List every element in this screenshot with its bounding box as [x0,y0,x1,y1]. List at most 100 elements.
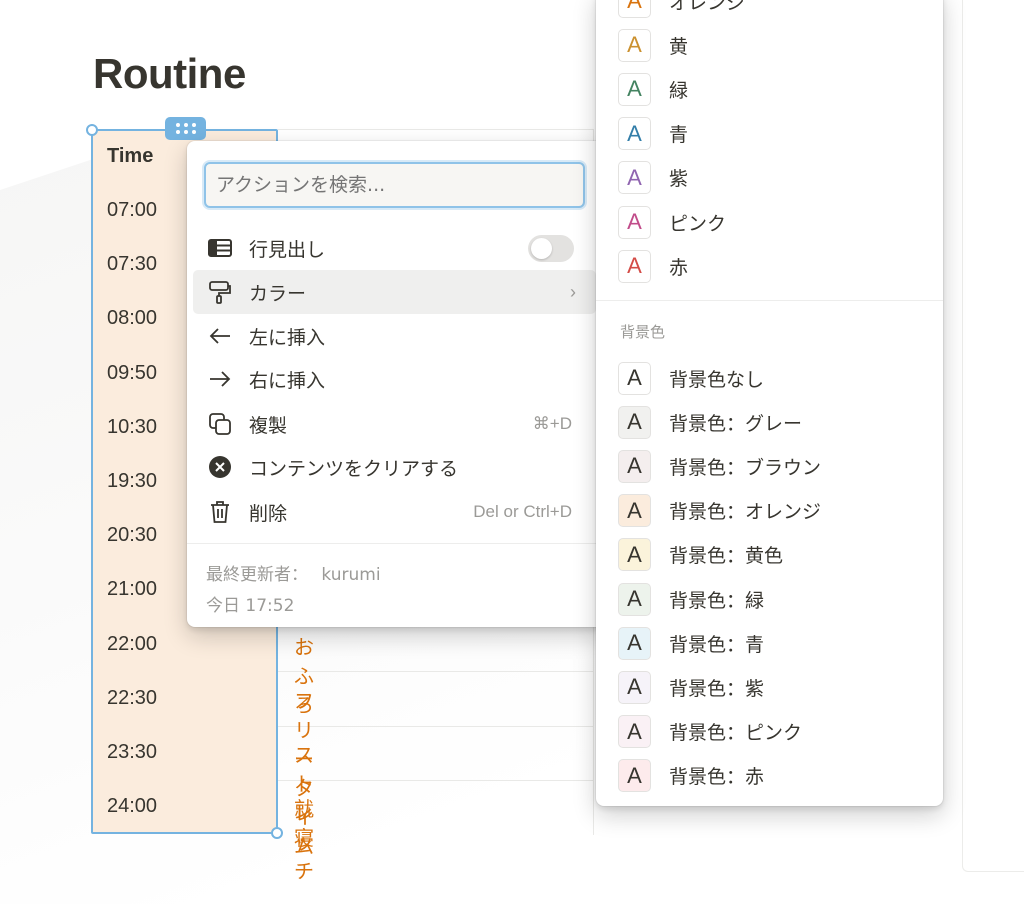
last-edited-label: 最終更新者： [206,565,308,585]
color-swatch-icon: A [618,405,651,439]
color-swatch-icon: A [618,0,651,18]
page-title: Routine [93,50,246,97]
menu-item-label: 複製 [249,414,288,437]
text-color-option[interactable]: A ピンク [618,204,726,240]
arrow-right-icon [207,366,233,392]
color-option-label: 背景色：黄色 [669,545,784,568]
background-color-option[interactable]: A 背景色：緑 [618,581,764,617]
color-swatch-icon: A [618,715,651,749]
color-option-label: 背景色：紫 [669,677,765,700]
selection-handle-top-left[interactable] [86,124,98,136]
color-option-label: 背景色：緑 [669,589,765,612]
color-option-label: 背景色：ピンク [669,722,803,745]
text-color-option[interactable]: A緑 [618,71,688,107]
menu-item-duplicate[interactable]: 複製 ⌘+D [193,402,596,446]
text-color-option[interactable]: A黄 [618,27,688,63]
menu-item-label: 削除 [249,502,288,525]
color-option-label: 背景色：オレンジ [669,501,822,524]
color-swatch-icon: A [618,538,651,572]
color-option-label: 赤 [669,256,689,279]
color-swatch-icon: A [618,449,651,483]
clear-circle-icon [207,454,233,480]
last-edited-by: 最終更新者： kurumi [206,560,381,585]
text-color-option[interactable]: A青 [618,116,688,152]
menu-item-insert-right[interactable]: 右に挿入 [193,357,596,401]
background-color-option[interactable]: A 背景色：青 [618,625,764,661]
menu-item-label: 行見出し [249,238,326,261]
table-header-icon [207,235,233,261]
time-cell[interactable]: 09:50 [107,362,157,385]
color-option-label: 背景色：ブラウン [669,456,822,479]
row-divider [278,780,594,781]
background-color-option[interactable]: A 背景色：紫 [618,669,764,705]
text-color-option[interactable]: A紫 [618,160,688,196]
color-swatch-icon: A [618,494,651,528]
menu-item-insert-left[interactable]: 左に挿入 [193,314,596,358]
background-color-option[interactable]: A 背景色：黄色 [618,537,783,573]
last-edited-time: 今日 17:52 [206,596,295,616]
background-color-option[interactable]: A 背景色なし [618,360,764,396]
menu-item-label: 右に挿入 [249,369,326,392]
color-option-label: 紫 [669,168,689,191]
color-option-label: 青 [669,124,689,147]
background-color-option[interactable]: A 背景色：赤 [618,758,764,794]
background-color-option[interactable]: A 背景色：グレー [618,404,802,440]
menu-item-label: カラー [249,282,307,305]
color-submenu: A オレンジ A 黄 A 緑 A 青 A 紫 A ピンク A 赤 背景色 A 背景色なし A 背景色：グレー A 背… [596,0,943,806]
last-edited-user: kurumi [321,565,381,585]
text-color-option[interactable]: A オレンジ [618,0,745,19]
color-option-label: 背景色なし [669,368,765,391]
time-cell[interactable]: 21:00 [107,578,157,601]
color-option-label: 黄 [669,35,689,58]
menu-divider [187,543,607,544]
color-swatch-icon: A [618,361,651,395]
color-swatch-icon: A [618,205,651,239]
color-swatch-icon: A [618,161,651,195]
arrow-left-icon [207,323,233,349]
color-option-label: 背景色：赤 [669,766,765,789]
task-cell[interactable]: 就寝 [294,793,314,851]
background-color-option[interactable]: A 背景色：ブラウン [618,448,821,484]
shortcut-label: ⌘+D [532,414,572,433]
time-cell[interactable]: 07:30 [107,253,157,276]
time-cell[interactable]: 24:00 [107,795,157,818]
color-option-label: オレンジ [669,0,746,14]
time-cell[interactable]: 22:30 [107,687,157,710]
text-color-option[interactable]: A赤 [618,248,688,284]
selection-handle-bottom-right[interactable] [271,827,283,839]
time-cell[interactable]: 08:00 [107,307,157,330]
time-header[interactable]: Time [107,145,153,168]
time-cell[interactable]: 19:30 [107,470,157,493]
shortcut-label: Del or Ctrl+D [473,502,572,521]
menu-item-delete[interactable]: 削除 Del or Ctrl+D [193,490,596,534]
menu-item-clear-content[interactable]: コンテンツをクリアする [193,445,596,489]
row-divider [278,726,594,727]
time-cell[interactable]: 07:00 [107,199,157,222]
time-cell[interactable]: 20:30 [107,524,157,547]
background-color-option[interactable]: A 背景色：ピンク [618,714,802,750]
color-swatch-icon: A [618,249,651,283]
time-cell[interactable]: 23:30 [107,741,157,764]
action-search-input[interactable] [204,162,585,208]
color-swatch-icon: A [618,626,651,660]
color-swatch-icon: A [618,582,651,616]
menu-item-row-header[interactable]: 行見出し [193,226,596,270]
paint-roller-icon [207,279,233,305]
color-swatch-icon: A [618,670,651,704]
color-swatch-icon: A [618,759,651,793]
row-divider [278,671,594,672]
menu-item-label: コンテンツをクリアする [249,457,459,480]
color-option-label: ピンク [669,212,727,235]
background-color-option[interactable]: A 背景色：オレンジ [618,493,821,529]
column-drag-handle[interactable] [165,117,206,140]
time-cell[interactable]: 22:00 [107,633,157,656]
color-swatch-icon: A [618,117,651,151]
chevron-right-icon: › [570,281,576,302]
menu-item-color[interactable]: カラー › [193,270,596,314]
column-context-menu: 行見出し カラー › 左に挿入 右に挿入 複製 ⌘+D コンテンツをクリアする [187,141,607,627]
color-option-label: 緑 [669,79,689,102]
trash-icon [207,499,233,525]
time-cell[interactable]: 10:30 [107,416,157,439]
color-swatch-icon: A [618,28,651,62]
row-header-toggle[interactable] [528,234,574,262]
